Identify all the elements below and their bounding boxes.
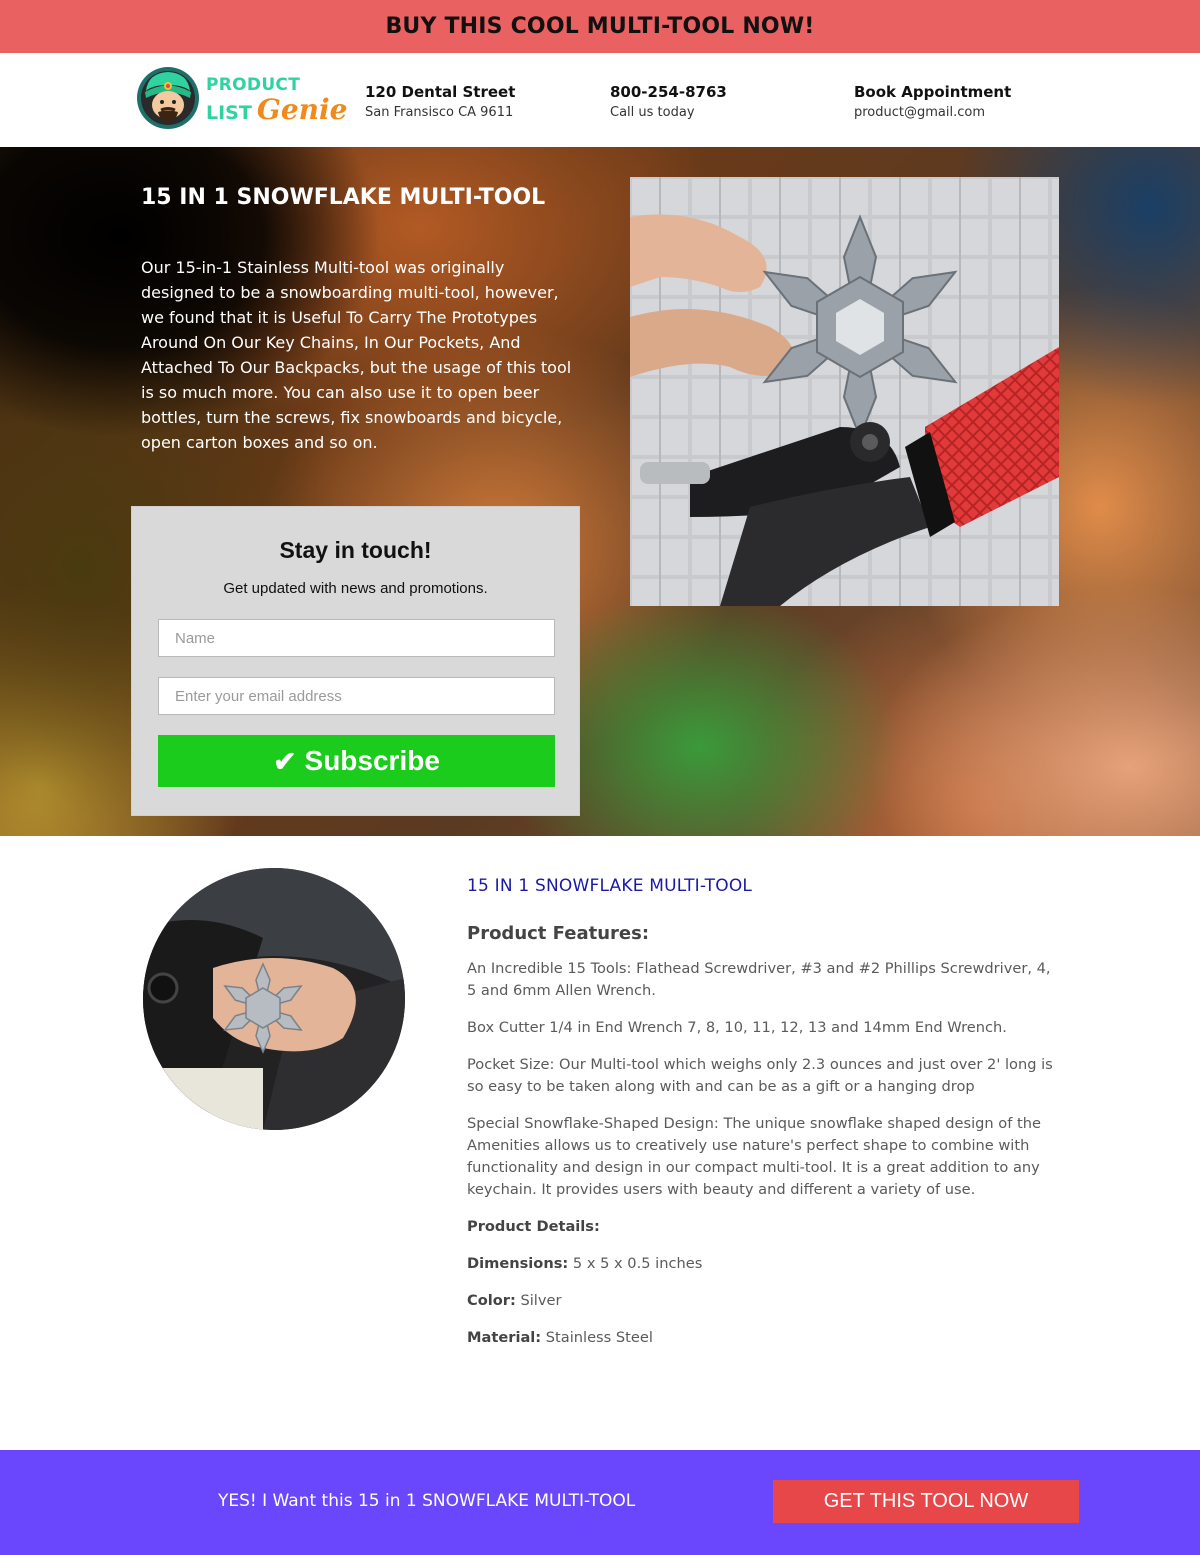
book-appointment-link[interactable]: Book Appointment (854, 83, 1011, 101)
address-title: 120 Dental Street (365, 83, 516, 101)
feature-item: Box Cutter 1/4 in End Wrench 7, 8, 10, 1… (467, 1019, 1007, 1036)
phone-number[interactable]: 800-254-8763 (610, 83, 727, 101)
color-value: Silver (520, 1292, 562, 1309)
logo-word-product: PRODUCT (206, 75, 301, 95)
dimensions-label: Dimensions: (467, 1255, 569, 1272)
color-row: Color: Silver (467, 1290, 1059, 1312)
header-phone: 800-254-8763 Call us today (610, 83, 727, 120)
material-label: Material: (467, 1329, 542, 1346)
snowflake-multitool-photo (630, 177, 1059, 606)
feature-item: An Incredible 15 Tools: Flathead Screwdr… (467, 960, 1051, 999)
cta-text: YES! I Want this 15 in 1 SNOWFLAKE MULTI… (218, 1491, 636, 1511)
phone-sub: Call us today (610, 105, 695, 120)
hand-holding-multitool-photo (143, 868, 405, 1130)
hero-title: 15 IN 1 SNOWFLAKE MULTI-TOOL (141, 185, 546, 210)
email-input[interactable] (158, 677, 555, 715)
subscribe-label: Subscribe (304, 745, 440, 776)
product-details-heading: Product Details: (467, 1216, 1059, 1238)
site-header: PRODUCT LIST Genie 120 Dental Street San… (0, 53, 1200, 147)
signup-subtitle: Get updated with news and promotions. (223, 580, 488, 597)
features-heading: Product Features: (467, 923, 650, 944)
product-details-label: Product Details: (467, 1218, 600, 1235)
name-input[interactable] (158, 619, 555, 657)
logo-word-list: LIST (206, 102, 252, 124)
address-sub: San Fransisco CA 9611 (365, 105, 514, 120)
header-address: 120 Dental Street San Fransisco CA 9611 (365, 83, 515, 120)
material-row: Material: Stainless Steel (467, 1327, 1059, 1349)
signup-title: Stay in touch! (279, 537, 432, 563)
top-banner: BUY THIS COOL MULTI-TOOL NOW! (0, 0, 1200, 53)
logo-word-genie: Genie (256, 93, 348, 126)
color-label: Color: (467, 1292, 516, 1309)
hero-description: Our 15-in-1 Stainless Multi-tool was ori… (141, 258, 572, 452)
dimensions-row: Dimensions: 5 x 5 x 0.5 inches (467, 1253, 1059, 1275)
details-title: 15 IN 1 SNOWFLAKE MULTI-TOOL (467, 876, 753, 896)
genie-mascot-icon (137, 67, 199, 129)
logo[interactable]: PRODUCT LIST Genie (136, 65, 347, 135)
hero-section: 15 IN 1 SNOWFLAKE MULTI-TOOL Our 15-in-1… (0, 147, 1200, 836)
header-booking: Book Appointment product@gmail.com (854, 83, 1011, 120)
dimensions-value: 5 x 5 x 0.5 inches (572, 1255, 703, 1272)
booking-email[interactable]: product@gmail.com (854, 105, 1011, 120)
subscribe-button[interactable]: ✔ Subscribe (158, 735, 555, 787)
cta-bar: YES! I Want this 15 in 1 SNOWFLAKE MULTI… (0, 1450, 1200, 1555)
feature-item: Special Snowflake-Shaped Design: The uni… (467, 1115, 1041, 1198)
buy-now-link[interactable]: BUY THIS COOL MULTI-TOOL NOW! (385, 14, 814, 39)
logo-wordmark: PRODUCT LIST Genie (206, 77, 347, 124)
get-tool-button[interactable]: GET THIS TOOL NOW (773, 1480, 1079, 1523)
material-value: Stainless Steel (545, 1329, 653, 1346)
newsletter-form: Stay in touch! Get updated with news and… (131, 506, 580, 816)
product-details: 15 IN 1 SNOWFLAKE MULTI-TOOL Product Fea… (467, 876, 1067, 1349)
feature-item: Pocket Size: Our Multi-tool which weighs… (467, 1056, 1053, 1095)
checkmark-icon: ✔ (273, 745, 297, 777)
